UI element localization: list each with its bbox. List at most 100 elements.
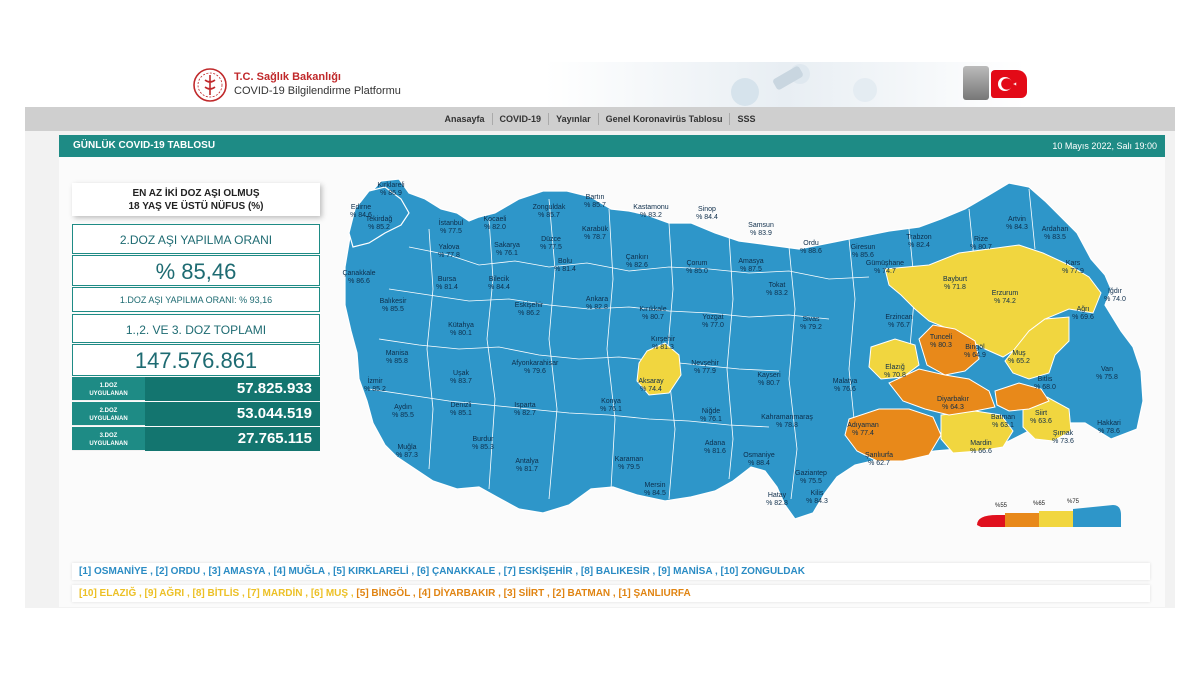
dose-row-label: 2.DOZ UYGULANAN	[89, 408, 128, 422]
bottom-ten-provinces: [10] ELAZIĞ , [9] AĞRI , [8] BİTLİS , [7…	[72, 585, 1150, 602]
province-rate-label: % 81.4	[436, 284, 458, 291]
province-name-label: Afyonkarahisar	[512, 360, 559, 367]
province-name-label: Bursa	[438, 276, 456, 283]
province-rate-label: % 82.6	[626, 262, 648, 269]
province-name-label: Trabzon	[906, 234, 932, 241]
nav-item-sss[interactable]: SSS	[730, 113, 762, 125]
province-rate-label: % 85.0	[686, 268, 708, 275]
province-name-label: Balıkesir	[380, 298, 408, 305]
province-name-label: Denizli	[450, 402, 471, 409]
province-rate-label: % 74.7	[874, 268, 896, 275]
province-name-label: Konya	[601, 398, 621, 405]
site-header: T.C. Sağlık Bakanlığı COVID-19 Bilgilend…	[25, 62, 1175, 107]
province-name-label: Samsun	[748, 222, 774, 229]
province-rate-label: % 87.5	[740, 266, 762, 273]
province-name-label: İstanbul	[439, 218, 464, 227]
province-name-label: Bitlis	[1038, 376, 1053, 383]
province-rate-label: % 85.1	[450, 410, 472, 417]
province-rate-label: % 79.5	[618, 464, 640, 471]
province-name-label: Diyarbakır	[937, 396, 970, 403]
province-name-label: Aydın	[394, 404, 412, 411]
province-rate-label: % 79.6	[524, 368, 546, 375]
dose-row-value: 57.825.933	[145, 377, 320, 401]
province-rate-label: % 85.2	[364, 386, 386, 393]
province-name-label: Kütahya	[448, 322, 474, 329]
province-rate-label: % 85.7	[584, 202, 606, 209]
legend-yellow-swatch	[1039, 511, 1073, 527]
province-name-label: Amasya	[738, 258, 763, 265]
legend-tick-75: %75	[1067, 499, 1080, 505]
province-rate-label: % 83.7	[450, 378, 472, 385]
dose2-rate-label: 2.DOZ AŞI YAPILMA ORANI	[72, 224, 320, 254]
province-name-label: Van	[1101, 366, 1113, 373]
nav-item-genel-tablo[interactable]: Genel Koronavirüs Tablosu	[599, 113, 731, 125]
brand-platform-name[interactable]: COVID-19 Bilgilendirme Platformu	[234, 85, 401, 97]
province-rate-label: % 62.7	[868, 460, 890, 467]
province-name-label: Karabük	[582, 226, 609, 233]
province-name-label: İzmir	[367, 376, 383, 385]
province-name-label: Bingöl	[965, 344, 985, 351]
province-rate-label: % 77.5	[440, 228, 462, 235]
nav-item-anasayfa[interactable]: Anasayfa	[438, 113, 493, 125]
turkish-flag-icon	[991, 70, 1027, 98]
legend-orange-swatch	[1005, 513, 1039, 527]
province-rate-label: % 63.1	[992, 422, 1014, 429]
province-name-label: Sivas	[802, 316, 820, 323]
province-rate-label: % 83.2	[766, 290, 788, 297]
province-rate-label: % 77.0	[702, 322, 724, 329]
province-rate-label: % 74.0	[1104, 296, 1126, 303]
province-rate-label: % 85.7	[538, 212, 560, 219]
legend-blue-swatch	[1073, 505, 1121, 527]
province-name-label: Şanlıurfa	[865, 452, 893, 459]
province-rate-label: % 81.4	[554, 266, 576, 273]
province-rate-label: % 76.1	[600, 406, 622, 413]
nav-item-yayinlar[interactable]: Yayınlar	[549, 113, 599, 125]
province-name-label: Elazığ	[885, 364, 905, 371]
province-rate-label: % 85.5	[382, 306, 404, 313]
province-rate-label: % 80.7	[642, 314, 664, 321]
province-name-label: Tunceli	[930, 334, 953, 341]
province-rate-label: % 83.2	[640, 212, 662, 219]
province-name-label: Bilecik	[489, 276, 510, 283]
province-name-label: Muğla	[397, 444, 416, 451]
province-name-label: Gümüşhane	[866, 260, 904, 267]
province-rate-label: % 63.6	[1030, 418, 1052, 425]
province-name-label: Kilis	[811, 490, 824, 497]
province-name-label: Ağrı	[1077, 306, 1090, 313]
turkey-province-map[interactable]: %55 %65 %75 Kırklareli% 86.9 Edirne% 84.6…	[329, 169, 1155, 539]
province-name-label: Kars	[1066, 260, 1081, 267]
province-name-label: Kastamonu	[633, 204, 669, 211]
province-name-label: Antalya	[515, 458, 538, 465]
province-rate-label: % 84.5	[644, 490, 666, 497]
province-rate-label: % 84.3	[806, 498, 828, 505]
province-name-label: Karaman	[615, 456, 644, 463]
turkey-map-svg[interactable]: %55 %65 %75 Kırklareli% 86.9Edirne% 84.6…	[329, 169, 1155, 539]
ministry-of-health-logo-icon[interactable]	[193, 68, 227, 102]
province-name-label: Çorum	[686, 260, 707, 267]
browser-page: T.C. Sağlık Bakanlığı COVID-19 Bilgilend…	[25, 62, 1175, 608]
dose-row-3: 3.DOZ UYGULANAN 27.765.115	[72, 427, 320, 451]
province-name-label: Gaziantep	[795, 470, 827, 477]
province-rate-label: % 69.6	[1072, 314, 1094, 321]
province-name-label: Kırklareli	[377, 182, 405, 189]
brand-ministry-name[interactable]: T.C. Sağlık Bakanlığı	[234, 71, 341, 83]
province-name-label: Yozgat	[702, 314, 723, 321]
province-rate-label: % 66.6	[970, 448, 992, 455]
total-doses-label: 1.,2. VE 3. DOZ TOPLAMI	[72, 314, 320, 343]
province-name-label: Bartın	[586, 194, 605, 201]
province-name-label: Uşak	[453, 370, 469, 377]
bottom-ten-orange: [5] BİNGÖL , [4] DİYARBAKIR , [3] SİİRT …	[356, 588, 691, 599]
province-rate-label: % 73.6	[1052, 438, 1074, 445]
nav-item-covid19[interactable]: COVID-19	[493, 113, 550, 125]
province-rate-label: % 80.3	[930, 342, 952, 349]
province-name-label: Isparta	[514, 402, 536, 409]
vaccination-heading: EN AZ İKİ DOZ AŞI OLMUŞ 18 YAŞ VE ÜSTÜ N…	[72, 183, 320, 216]
province-name-label: Bolu	[558, 258, 572, 265]
panel-title-bar: GÜNLÜK COVID-19 TABLOSU 10 Mayıs 2022, S…	[59, 135, 1165, 157]
province-rate-label: % 84.4	[488, 284, 510, 291]
province-name-label: Düzce	[541, 236, 561, 243]
province-rate-label: % 86.6	[348, 278, 370, 285]
province-rate-label: % 82.0	[484, 224, 506, 231]
province-rate-label: % 85.6	[852, 252, 874, 259]
province-rate-label: % 85.3	[472, 444, 494, 451]
